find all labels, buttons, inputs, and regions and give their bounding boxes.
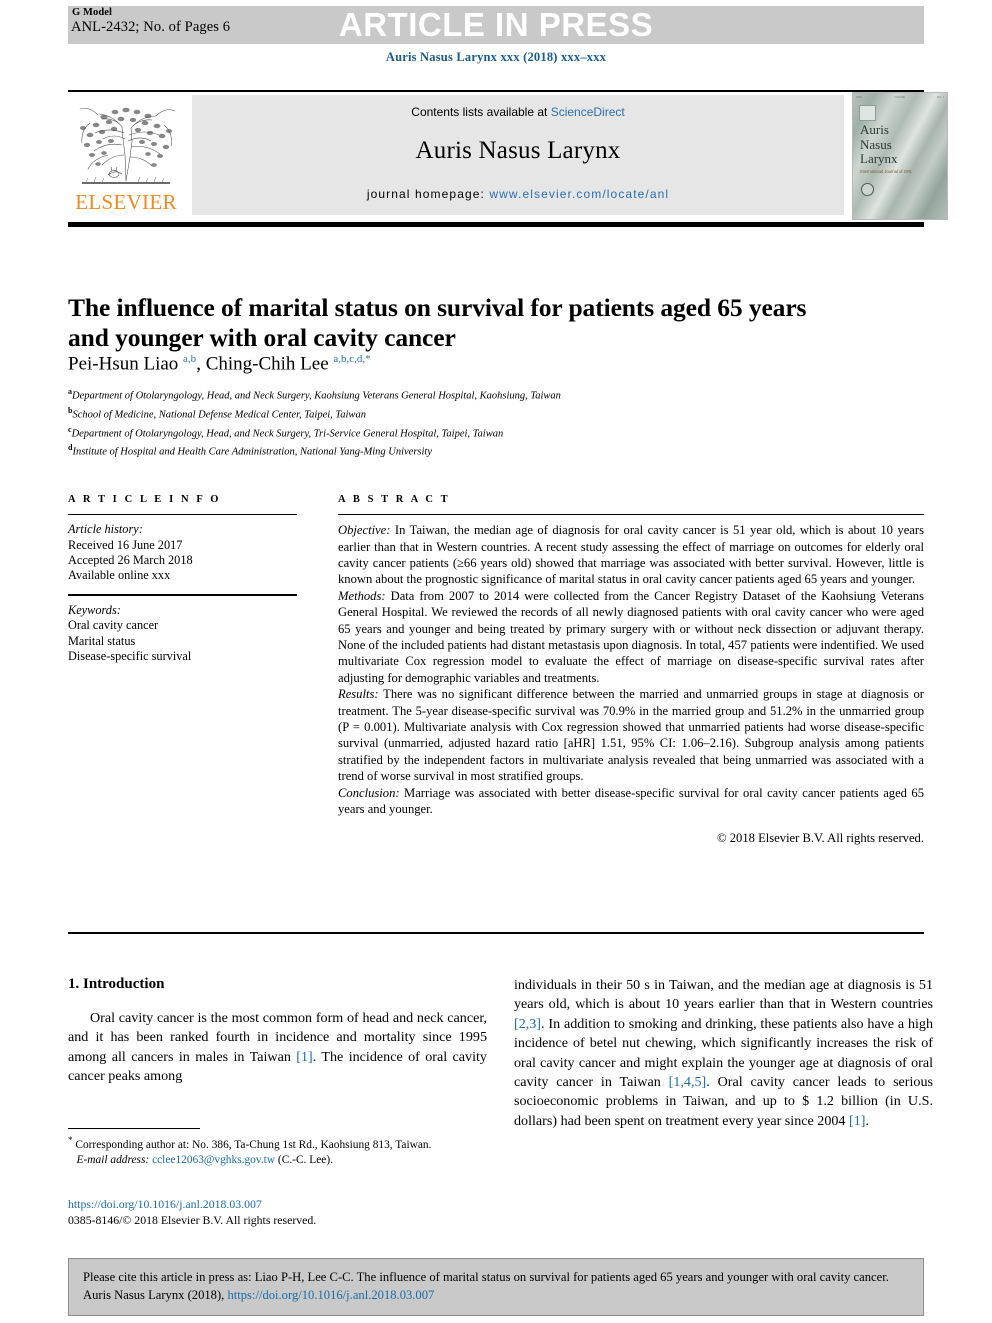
abstract-objective-label: Objective: bbox=[338, 523, 391, 538]
cover-society-seal-icon bbox=[861, 183, 874, 196]
history-item: Received 16 June 2017 bbox=[68, 537, 183, 552]
affiliation-item: bSchool of Medicine, National Defense Me… bbox=[68, 405, 366, 421]
article-info-column: A R T I C L E I N F O Article history: R… bbox=[68, 494, 297, 665]
keyword-item: Oral cavity cancer bbox=[68, 618, 159, 633]
corresponding-author-footnote: * Corresponding author at: No. 386, Ta-C… bbox=[68, 1133, 492, 1168]
history-item: Accepted 26 March 2018 bbox=[68, 553, 193, 567]
history-item: Available online xxx bbox=[68, 568, 171, 583]
abstract-methods: Methods: Data from 2007 to 2014 were col… bbox=[338, 588, 924, 686]
abstract-rule bbox=[338, 514, 924, 516]
cover-subtitle: International Journal of ORL bbox=[860, 169, 913, 174]
keywords-rule bbox=[68, 593, 297, 596]
email-link[interactable]: cclee12063@vghks.gov.tw bbox=[149, 1154, 275, 1166]
abstract-body: Objective: In Taiwan, the median age of … bbox=[338, 522, 924, 846]
journal-homepage-line: journal homepage: www.elsevier.com/locat… bbox=[192, 187, 844, 201]
affiliation-list: aDepartment of Otolaryngology, Head, and… bbox=[68, 385, 868, 460]
cite-doi-link[interactable]: https://doi.org/10.1016/j.anl.2018.03.00… bbox=[227, 1288, 434, 1302]
abstract-conclusion-text: Marriage was associated with better dise… bbox=[338, 785, 924, 817]
article-info-rule bbox=[68, 514, 297, 516]
sciencedirect-link[interactable]: ScienceDirect bbox=[551, 105, 625, 119]
abstract-bottom-rule bbox=[68, 932, 924, 934]
abstract-conclusion: Conclusion: Marriage was associated with… bbox=[338, 785, 924, 818]
footnote-rule bbox=[68, 1128, 200, 1130]
abstract-copyright: © 2018 Elsevier B.V. All rights reserved… bbox=[717, 830, 924, 845]
affiliation-item: cDepartment of Otolaryngology, Head, and… bbox=[68, 424, 504, 440]
citation-ref[interactable]: [1,4,5] bbox=[669, 1074, 707, 1090]
abstract-objective-text: In Taiwan, the median age of diagnosis f… bbox=[338, 523, 924, 587]
keyword-item: Marital status bbox=[68, 633, 136, 648]
journal-citation-line: Auris Nasus Larynx xxx (2018) xxx–xxx bbox=[385, 50, 607, 64]
article-in-press-text: ARTICLE IN PRESS bbox=[338, 6, 654, 43]
email-label: E-mail address: bbox=[76, 1154, 150, 1166]
doi-link[interactable]: https://doi.org/10.1016/j.anl.2018.03.00… bbox=[68, 1196, 492, 1212]
abstract-column: A B S T R A C T Objective: In Taiwan, th… bbox=[338, 494, 924, 846]
homepage-prefix: journal homepage: bbox=[366, 187, 490, 201]
article-first-page: G Model ANL-2432; No. of Pages 6 ARTICLE… bbox=[0, 0, 992, 1323]
elsevier-tree-icon bbox=[79, 107, 176, 184]
homepage-link[interactable]: www.elsevier.com/locate/anl bbox=[489, 187, 669, 201]
issn-copyright-line: 0385-8146/© 2018 Elsevier B.V. All right… bbox=[68, 1213, 317, 1227]
body-column-left: 1. Introduction Oral cavity cancer is th… bbox=[68, 976, 487, 1087]
journal-banner-box: Contents lists available at ScienceDirec… bbox=[192, 95, 844, 215]
cite-this-article-text: Please cite this article in press as: Li… bbox=[83, 1268, 909, 1304]
cover-header-strip: ISSN VOLUME NO. 1 bbox=[856, 96, 944, 99]
elsevier-wordmark: ELSEVIER bbox=[75, 190, 177, 214]
article-info-heading: A R T I C L E I N F O bbox=[68, 494, 222, 505]
abstract-conclusion-label: Conclusion: bbox=[338, 785, 400, 800]
author-list: Pei-Hsun Liao a,b, Ching-Chih Lee a,b,c,… bbox=[68, 353, 371, 375]
cite-this-article-box: Please cite this article in press as: Li… bbox=[68, 1258, 924, 1316]
intro-paragraph-left: Oral cavity cancer is the most common fo… bbox=[68, 1010, 487, 1085]
cite-text-before: Please cite this article in press as: Li… bbox=[83, 1270, 889, 1302]
citation-ref[interactable]: [1] bbox=[849, 1113, 865, 1129]
corresponding-author-marker: * bbox=[365, 353, 371, 365]
contents-available-line: Contents lists available at ScienceDirec… bbox=[192, 105, 844, 119]
intro-paragraph-right: individuals in their 50 s in Taiwan, and… bbox=[514, 977, 933, 1129]
journal-title: Auris Nasus Larynx bbox=[415, 137, 621, 164]
abstract-results-label: Results: bbox=[338, 687, 379, 702]
keywords-block: Keywords: Oral cavity cancer Marital sta… bbox=[68, 603, 297, 665]
keywords-label: Keywords: bbox=[68, 602, 121, 617]
journal-banner: ELSEVIER Contents lists available at Sci… bbox=[68, 92, 948, 220]
abstract-results: Results: There was no significant differ… bbox=[338, 686, 924, 784]
abstract-results-text: There was no significant difference betw… bbox=[338, 687, 924, 784]
contents-prefix: Contents lists available at bbox=[411, 105, 551, 119]
affiliation-item: dInstitute of Hospital and Health Care A… bbox=[68, 443, 432, 458]
article-history-label: Article history: bbox=[68, 522, 143, 537]
affiliation-item: aDepartment of Otolaryngology, Head, and… bbox=[68, 387, 561, 402]
corresponding-author-text: Corresponding author at: No. 386, Ta-Chu… bbox=[72, 1138, 432, 1151]
article-history-block: Article history: Received 16 June 2017 A… bbox=[68, 522, 297, 584]
elsevier-logo: ELSEVIER bbox=[68, 95, 184, 215]
author-affil-marker: a,b,c,d, bbox=[333, 353, 366, 365]
citation-ref[interactable]: [1] bbox=[296, 1049, 312, 1065]
abstract-methods-label: Methods: bbox=[338, 588, 386, 603]
abstract-objective: Objective: In Taiwan, the median age of … bbox=[338, 522, 924, 588]
citation-ref[interactable]: [2,3] bbox=[514, 1016, 541, 1032]
journal-cover-thumbnail: ISSN VOLUME NO. 1 Auris Nasus Larynx Inter… bbox=[852, 92, 948, 220]
cover-journal-title: Auris Nasus Larynx bbox=[860, 122, 898, 166]
author-affil-marker: a,b bbox=[183, 353, 197, 365]
abstract-methods-text: Data from 2007 to 2014 were collected fr… bbox=[338, 588, 924, 685]
cover-publisher-mark bbox=[859, 105, 876, 121]
body-column-right: individuals in their 50 s in Taiwan, and… bbox=[514, 976, 933, 1131]
page-title: The influence of marital status on survi… bbox=[68, 293, 807, 353]
email-suffix: (C.-C. Lee). bbox=[275, 1154, 333, 1166]
banner-bottom-rule bbox=[68, 222, 924, 227]
section-heading-introduction: 1. Introduction bbox=[68, 976, 165, 992]
keyword-item: Disease-specific survival bbox=[68, 649, 192, 664]
doi-and-issn-block: https://doi.org/10.1016/j.anl.2018.03.00… bbox=[68, 1196, 492, 1228]
abstract-heading: A B S T R A C T bbox=[338, 494, 451, 505]
